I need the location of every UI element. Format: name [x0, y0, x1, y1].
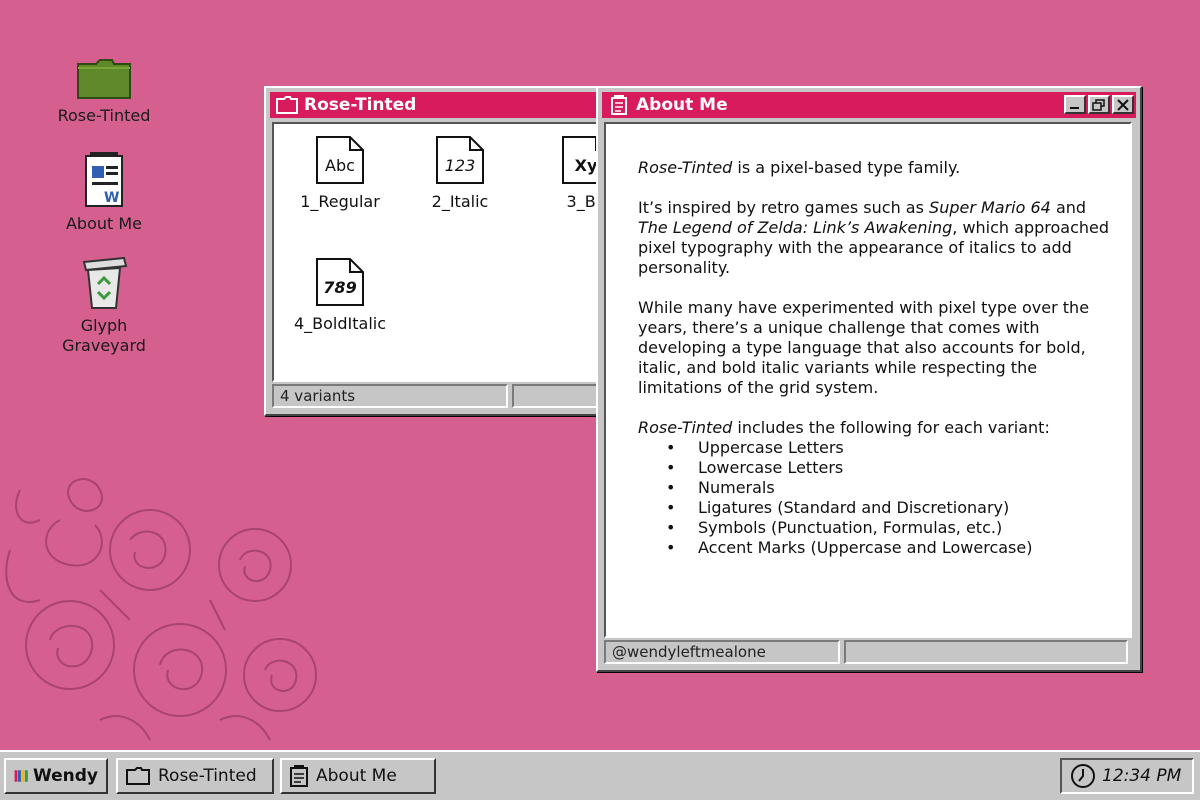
text-span: includes the following for each variant:	[732, 418, 1050, 437]
minimize-button[interactable]	[1064, 95, 1086, 114]
about-status-handle: @wendyleftmealone	[604, 640, 840, 664]
task-button-label: Rose-Tinted	[158, 766, 257, 786]
list-item: Accent Marks (Uppercase and Lowercase)	[666, 538, 1118, 558]
task-button-label: About Me	[316, 766, 397, 786]
file-4-bolditalic[interactable]: 789 4_BoldItalic	[290, 258, 390, 333]
about-paragraph-2: It’s inspired by retro games such as Sup…	[638, 198, 1118, 278]
game-title-emphasis: Super Mario 64	[929, 198, 1051, 217]
folder-window[interactable]: Rose-Tinted Abc 1_Regular 123 2_Italic X…	[264, 86, 628, 416]
about-statusbar: @wendyleftmealone	[604, 640, 1128, 664]
notepad-icon	[290, 765, 308, 787]
list-item: Lowercase Letters	[666, 458, 1118, 478]
desktop-icon-glyph-graveyard[interactable]: Glyph Graveyard	[44, 256, 164, 356]
font-file-icon: 789	[316, 258, 364, 306]
desktop-icon-label-line2: Graveyard	[62, 336, 146, 355]
list-item: Numerals	[666, 478, 1118, 498]
folder-content-pane: Abc 1_Regular 123 2_Italic Xy 3_Bo 789 4…	[272, 122, 618, 382]
folder-icon	[77, 59, 131, 99]
restore-button[interactable]	[1088, 95, 1110, 114]
about-text-pane: Rose-Tinted is a pixel-based type family…	[604, 122, 1132, 638]
folder-outline-icon	[276, 94, 298, 116]
start-button[interactable]: Wendy	[4, 758, 108, 794]
minimize-icon	[1070, 106, 1079, 109]
document-icon: W	[85, 152, 123, 207]
about-status-empty	[844, 640, 1128, 664]
desktop-icon-label: About Me	[65, 214, 143, 233]
folder-window-title: Rose-Tinted	[304, 95, 417, 115]
desktop-icon-about-me[interactable]: W About Me	[44, 152, 164, 234]
close-button[interactable]	[1112, 95, 1134, 114]
about-window[interactable]: About Me Rose-Tinted is a pixel-based ty…	[596, 86, 1142, 672]
folder-status-count: 4 variants	[272, 384, 508, 408]
desktop-icon-rose-tinted[interactable]: Rose-Tinted	[44, 56, 164, 126]
file-1-regular[interactable]: Abc 1_Regular	[290, 136, 390, 211]
notepad-icon	[608, 94, 630, 116]
list-item: Ligatures (Standard and Discretionary)	[666, 498, 1118, 518]
file-name: 4_BoldItalic	[293, 314, 387, 333]
about-paragraph-1: Rose-Tinted is a pixel-based type family…	[638, 158, 1118, 178]
text-span: It’s inspired by retro games such as	[638, 198, 930, 217]
clock-icon	[1071, 764, 1095, 788]
start-button-label: Wendy	[32, 766, 98, 786]
restore-icon	[1092, 98, 1105, 111]
about-text: Rose-Tinted is a pixel-based type family…	[638, 158, 1118, 558]
close-icon	[1117, 98, 1129, 111]
text-span: is a pixel-based type family.	[732, 158, 961, 177]
file-name: 1_Regular	[300, 192, 380, 211]
about-paragraph-4: Rose-Tinted includes the following for e…	[638, 418, 1118, 438]
list-item: Uppercase Letters	[666, 438, 1118, 458]
font-name-emphasis: Rose-Tinted	[638, 158, 733, 177]
folder-window-titlebar[interactable]: Rose-Tinted	[270, 92, 622, 118]
file-preview: 123	[444, 156, 476, 175]
task-button-rose-tinted[interactable]: Rose-Tinted	[116, 758, 274, 794]
recycle-bin-icon	[82, 256, 128, 309]
system-tray[interactable]: 12:34 PM	[1060, 758, 1194, 794]
file-preview: 789	[323, 278, 357, 297]
folder-outline-icon	[126, 767, 150, 785]
list-item: Symbols (Punctuation, Formulas, etc.)	[666, 518, 1118, 538]
task-button-about-me[interactable]: About Me	[280, 758, 436, 794]
file-name: 2_Italic	[431, 192, 489, 211]
font-name-emphasis: Rose-Tinted	[638, 418, 733, 437]
rose-bouquet-decoration	[5, 478, 317, 741]
feature-list: Uppercase Letters Lowercase Letters Nume…	[638, 438, 1118, 558]
about-window-title: About Me	[636, 95, 728, 115]
font-file-icon: 123	[436, 136, 484, 184]
desktop-icon-label-line1: Glyph	[80, 316, 128, 335]
clock-time: 12:34 PM	[1102, 766, 1182, 786]
desktop-icon-label: Rose-Tinted	[57, 106, 151, 125]
svg-text:W: W	[104, 190, 119, 206]
text-span: and	[1050, 198, 1087, 217]
about-window-titlebar[interactable]: About Me	[602, 92, 1136, 118]
font-file-icon: Abc	[316, 136, 364, 184]
file-2-italic[interactable]: 123 2_Italic	[410, 136, 510, 211]
game-title-emphasis: The Legend of Zelda: Link’s Awakening	[638, 218, 953, 237]
taskbar: Wendy Rose-Tinted About Me 12:34 PM	[0, 750, 1200, 800]
folder-statusbar: 4 variants	[272, 384, 612, 408]
file-preview: Abc	[325, 156, 355, 175]
start-logo-icon	[14, 770, 28, 782]
about-paragraph-3: While many have experimented with pixel …	[638, 298, 1090, 397]
